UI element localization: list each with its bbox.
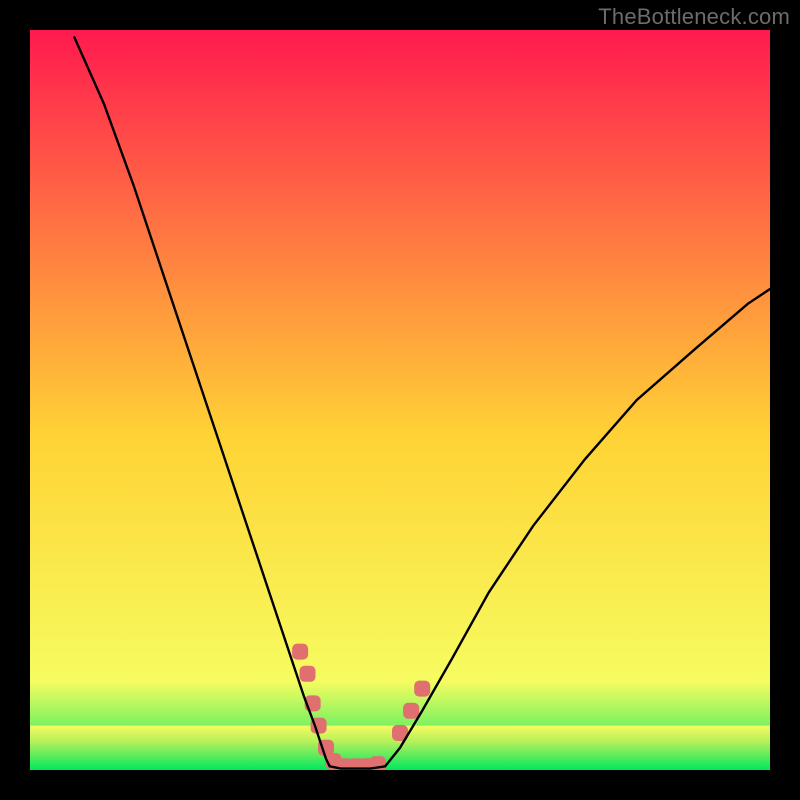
gradient-background [30,30,770,770]
marker-right-cluster [414,681,430,697]
chart-frame: TheBottleneck.com [0,0,800,800]
bottleneck-chart [30,30,770,770]
marker-right-cluster [403,703,419,719]
marker-left-cluster [292,644,308,660]
watermark-text: TheBottleneck.com [598,4,790,30]
marker-left-cluster [300,666,316,682]
